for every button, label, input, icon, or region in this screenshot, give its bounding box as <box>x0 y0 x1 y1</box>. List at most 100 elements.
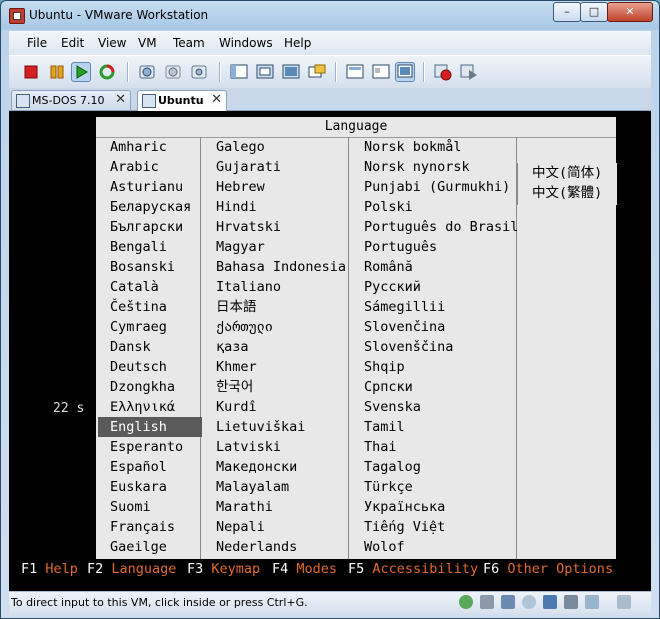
network-icon[interactable] <box>459 595 473 609</box>
language-option[interactable]: Italiano <box>216 277 281 297</box>
vm-console-screen[interactable]: 22 s Language Amharic Arabic Asturianu Бела… <box>9 111 651 591</box>
language-option[interactable]: Dzongkha <box>110 377 175 397</box>
language-option[interactable]: Български <box>110 217 183 237</box>
language-option[interactable]: 中文(繁體) <box>532 183 602 203</box>
menu-vm[interactable]: VM <box>138 36 157 50</box>
language-option[interactable]: Română <box>364 257 413 277</box>
language-option[interactable]: Slovenčina <box>364 317 445 337</box>
language-option[interactable]: Українська <box>364 497 445 517</box>
language-option[interactable]: Ελληνικά <box>110 397 175 417</box>
language-option[interactable]: Polski <box>364 197 413 217</box>
language-option[interactable]: Tiếng Việt <box>364 517 445 537</box>
language-option[interactable]: Punjabi (Gurmukhi) <box>364 177 510 197</box>
language-option[interactable]: Čeština <box>110 297 167 317</box>
language-option[interactable]: Hrvatski <box>216 217 281 237</box>
language-option[interactable]: Slovenščina <box>364 337 453 357</box>
revert-snapshot-icon[interactable] <box>163 62 183 82</box>
language-option[interactable]: Gaeilge <box>110 537 167 557</box>
language-option[interactable]: Sámegillii <box>364 297 445 317</box>
display-icon[interactable] <box>585 595 599 609</box>
language-option[interactable]: Suomi <box>110 497 151 517</box>
language-option[interactable]: Hebrew <box>216 177 265 197</box>
menu-windows[interactable]: Windows <box>219 36 273 50</box>
floppy-icon[interactable] <box>501 595 515 609</box>
language-option[interactable]: Bosanski <box>110 257 175 277</box>
menu-edit[interactable]: Edit <box>61 36 84 50</box>
language-option[interactable]: Galego <box>216 137 265 157</box>
language-option[interactable]: Malayalam <box>216 477 289 497</box>
close-tab-icon[interactable]: ✕ <box>211 92 222 107</box>
fkey-other-options[interactable]: F6 Other Options <box>483 561 613 577</box>
language-option[interactable]: Tagalog <box>364 457 421 477</box>
language-option[interactable]: 日本語 <box>216 297 257 317</box>
language-option[interactable]: Marathi <box>216 497 273 517</box>
language-option[interactable]: Wolof <box>364 537 405 557</box>
reset-icon[interactable] <box>97 62 117 82</box>
fkey-modes[interactable]: F4 Modes <box>272 561 337 577</box>
console-view-icon[interactable] <box>371 62 391 82</box>
language-option[interactable]: Cymraeg <box>110 317 167 337</box>
language-option[interactable]: ქართული <box>216 317 273 337</box>
language-option[interactable]: Asturianu <box>110 177 183 197</box>
appliance-view-icon[interactable] <box>395 62 415 82</box>
language-option[interactable]: Bengali <box>110 237 167 257</box>
language-option[interactable]: Русский <box>364 277 421 297</box>
hard-disk-icon[interactable] <box>480 595 494 609</box>
close-button[interactable]: ✕ <box>607 2 653 22</box>
language-option[interactable]: Català <box>110 277 159 297</box>
language-option[interactable]: Deutsch <box>110 357 167 377</box>
language-option[interactable]: Magyar <box>216 237 265 257</box>
language-option[interactable]: Arabic <box>110 157 159 177</box>
language-option[interactable]: 中文(简体) <box>532 163 602 183</box>
language-option[interactable]: Latviski <box>216 437 281 457</box>
quick-switch-icon[interactable] <box>281 62 301 82</box>
language-option[interactable]: Norsk bokmål <box>364 137 462 157</box>
record-icon[interactable] <box>433 62 453 82</box>
menu-view[interactable]: View <box>98 36 126 50</box>
language-option[interactable]: Euskara <box>110 477 167 497</box>
tab-ms-dos[interactable]: MS-DOS 7.10 ✕ <box>11 90 131 110</box>
snapshot-icon[interactable] <box>137 62 157 82</box>
language-option[interactable]: Hindi <box>216 197 257 217</box>
normal-view-icon[interactable] <box>229 62 249 82</box>
fkey-keymap[interactable]: F3 Keymap <box>187 561 260 577</box>
language-option[interactable]: Kurdî <box>216 397 257 417</box>
sound-icon[interactable] <box>564 595 578 609</box>
cd-icon[interactable] <box>522 595 536 609</box>
menu-team[interactable]: Team <box>173 36 205 50</box>
language-option[interactable]: Türkçe <box>364 477 413 497</box>
language-option[interactable]: қаза <box>216 337 249 357</box>
snapshot-manager-icon[interactable] <box>189 62 209 82</box>
language-option[interactable]: 한국어 <box>216 377 253 397</box>
fullscreen-icon[interactable] <box>255 62 275 82</box>
language-option[interactable]: Khmer <box>216 357 257 377</box>
language-option[interactable]: Esperanto <box>110 437 183 457</box>
language-option[interactable]: Svenska <box>364 397 421 417</box>
maximize-button[interactable]: □ <box>580 2 608 22</box>
minimize-button[interactable]: – <box>553 2 581 22</box>
language-option[interactable]: Nepali <box>216 517 265 537</box>
fkey-help[interactable]: F1 Help <box>21 561 78 577</box>
language-option[interactable]: Shqip <box>364 357 405 377</box>
usb-icon[interactable] <box>543 595 557 609</box>
language-option[interactable]: Português <box>364 237 437 257</box>
fkey-accessibility[interactable]: F5 Accessibility <box>348 561 478 577</box>
language-option[interactable]: Amharic <box>110 137 167 157</box>
language-option[interactable]: English <box>98 417 202 437</box>
language-option[interactable]: Lietuviškai <box>216 417 305 437</box>
play-icon[interactable] <box>71 62 91 82</box>
title-bar[interactable]: Ubuntu - VMware Workstation – □ ✕ <box>1 1 659 31</box>
fkey-language[interactable]: F2 Language <box>87 561 176 577</box>
unity-icon[interactable] <box>307 62 327 82</box>
language-option[interactable]: Nederlands <box>216 537 297 557</box>
message-icon[interactable] <box>617 595 631 609</box>
menu-file[interactable]: File <box>27 36 47 50</box>
language-option[interactable]: Tamil <box>364 417 405 437</box>
close-tab-icon[interactable]: ✕ <box>115 92 126 107</box>
language-option[interactable]: Македонски <box>216 457 297 477</box>
language-option[interactable]: Español <box>110 457 167 477</box>
language-option[interactable]: Français <box>110 517 175 537</box>
language-option[interactable]: Bahasa Indonesia <box>216 257 346 277</box>
language-option[interactable]: Norsk nynorsk <box>364 157 470 177</box>
language-option[interactable]: Српски <box>364 377 413 397</box>
